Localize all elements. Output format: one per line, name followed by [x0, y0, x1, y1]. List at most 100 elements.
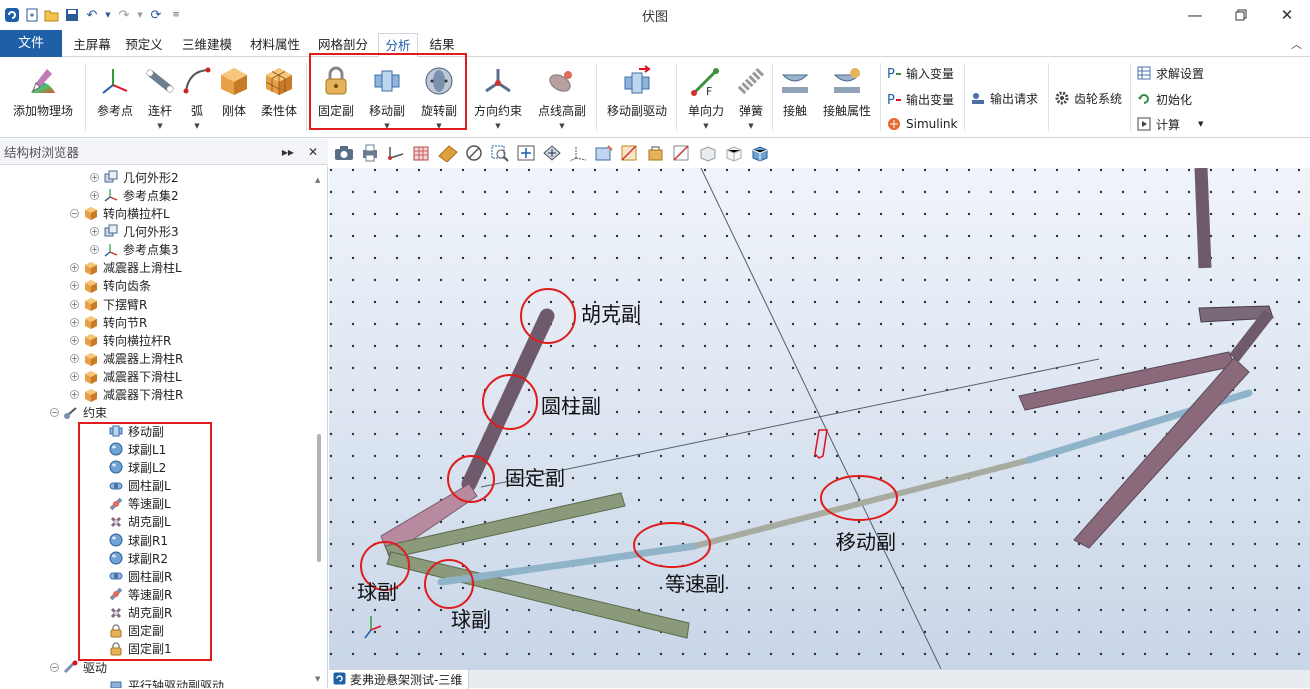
collapse-icon[interactable]: −	[50, 662, 59, 672]
close-panel-icon[interactable]: ✕	[308, 145, 318, 159]
single-force-button[interactable]: F 单向力 ▼	[682, 61, 730, 135]
tree-item[interactable]: + 参考点集3	[90, 241, 179, 259]
collapse-ribbon-icon[interactable]: ︿	[1291, 36, 1302, 52]
new-file-icon[interactable]	[24, 7, 40, 23]
tree-item[interactable]: 平行轴驱动副驱动	[108, 676, 224, 688]
tree-scrollbar[interactable]: ▲ ▼	[315, 176, 322, 683]
tree-item[interactable]: + 参考点集2	[90, 186, 179, 204]
contact-props-button[interactable]: 接触属性	[818, 61, 876, 135]
expand-icon[interactable]: +	[70, 335, 79, 345]
simulink-button[interactable]: Simulink	[886, 113, 957, 135]
collapse-icon[interactable]: −	[50, 408, 59, 418]
expand-icon[interactable]: +	[70, 263, 79, 273]
scroll-thumb[interactable]	[317, 434, 321, 562]
hide-icon[interactable]	[463, 142, 485, 164]
scroll-up-icon[interactable]: ▲	[315, 176, 320, 184]
orientation-dropdown-icon[interactable]: ▼	[470, 122, 526, 130]
view-orientation-icon[interactable]	[567, 142, 589, 164]
fit-view-icon[interactable]	[541, 142, 563, 164]
tree-item[interactable]: − 转向横拉杆L	[70, 204, 170, 222]
rigid-body-button[interactable]: 刚体	[216, 61, 252, 135]
single-force-dropdown-icon[interactable]: ▼	[682, 122, 730, 130]
tree-item[interactable]: + 转向横拉杆R	[70, 331, 171, 349]
expand-icon[interactable]: +	[70, 390, 79, 400]
arc-dropdown-icon[interactable]: ▼	[180, 122, 214, 130]
tree-item[interactable]: + 几何外形3	[90, 222, 179, 240]
output-request-button[interactable]: 输出请求	[970, 87, 1038, 109]
mesh-grid-icon[interactable]	[411, 142, 433, 164]
tab-3d-modeling[interactable]: 三维建模	[176, 33, 238, 57]
section-cut-icon[interactable]	[671, 142, 693, 164]
arc-button[interactable]: 弧 ▼	[180, 61, 214, 135]
zoom-window-icon[interactable]	[489, 142, 511, 164]
tab-home[interactable]: 主屏幕	[64, 33, 120, 57]
link-button[interactable]: 连杆 ▼	[142, 61, 178, 135]
restore-icon[interactable]	[1218, 0, 1264, 30]
wire-box-icon[interactable]	[723, 142, 745, 164]
curve-cam-dropdown-icon[interactable]: ▼	[532, 122, 592, 130]
customize-qat-icon[interactable]: ≡	[168, 7, 184, 23]
expand-icon[interactable]: +	[90, 172, 99, 182]
collapse-icon[interactable]: −	[70, 208, 79, 218]
initialize-button[interactable]: 初始化	[1136, 88, 1192, 110]
3d-viewport[interactable]: 胡克副 圆柱副 固定副 球副 球副 等速副 移动副	[329, 168, 1310, 669]
close-icon[interactable]: ✕	[1264, 0, 1310, 30]
input-var-button[interactable]: P 输入变量	[886, 62, 954, 84]
pan-icon[interactable]	[515, 142, 537, 164]
contact-button[interactable]: 接触	[776, 61, 814, 135]
tab-predefine[interactable]: 预定义	[120, 33, 168, 57]
redo-icon[interactable]: ↷	[116, 7, 132, 23]
tree-item[interactable]: + 转向齿条	[70, 277, 151, 295]
tree-item[interactable]: + 减震器下滑柱L	[70, 368, 182, 386]
spring-button[interactable]: 弹簧 ▼	[732, 61, 770, 135]
iso-view-icon[interactable]	[749, 142, 771, 164]
save-icon[interactable]	[64, 7, 80, 23]
gear-system-button[interactable]: 齿轮系统	[1054, 87, 1122, 109]
expand-icon[interactable]: +	[90, 245, 99, 255]
pin-panel-icon[interactable]: ▸▸	[282, 145, 294, 159]
display-mode-icon[interactable]	[593, 142, 615, 164]
tree-item[interactable]: + 下摆臂R	[70, 295, 147, 313]
expand-icon[interactable]: +	[70, 299, 79, 309]
redo-dropdown-icon[interactable]: ▼	[136, 7, 144, 23]
expand-icon[interactable]: +	[70, 354, 79, 363]
add-physics-button[interactable]: 添加物理场	[4, 61, 82, 135]
tree-item[interactable]: + 减震器上滑柱L	[70, 259, 182, 277]
expand-icon[interactable]: +	[90, 226, 99, 236]
refresh-icon[interactable]: ⟳	[148, 7, 164, 23]
undo-dropdown-icon[interactable]: ▼	[104, 7, 112, 23]
ruler-icon[interactable]	[437, 142, 459, 164]
shaded-box-icon[interactable]	[697, 142, 719, 164]
tree-item[interactable]: + 转向节R	[70, 313, 147, 331]
expand-icon[interactable]: +	[70, 281, 79, 291]
flexible-body-button[interactable]: 柔性体	[256, 61, 302, 135]
expand-icon[interactable]: +	[90, 190, 99, 200]
open-folder-icon[interactable]	[44, 7, 60, 23]
compute-button[interactable]: 计算 ▼	[1136, 113, 1203, 135]
curve-cam-button[interactable]: 点线高副 ▼	[532, 61, 592, 135]
output-var-button[interactable]: P 输出变量	[886, 88, 954, 110]
tree-item[interactable]: + 减震器下滑柱R	[70, 386, 183, 404]
expand-icon[interactable]: +	[70, 317, 79, 327]
expand-icon[interactable]: +	[70, 372, 79, 382]
spring-dropdown-icon[interactable]: ▼	[732, 122, 770, 130]
minimize-icon[interactable]: —	[1172, 0, 1218, 30]
solve-settings-button[interactable]: 求解设置	[1136, 62, 1204, 84]
compute-dropdown-icon[interactable]: ▼	[1198, 120, 1203, 128]
viewport-tab[interactable]: 麦弗逊悬架测试-三维	[329, 670, 470, 689]
scroll-down-icon[interactable]: ▼	[315, 675, 320, 683]
axis-triad-icon[interactable]	[385, 142, 407, 164]
orientation-constraint-button[interactable]: 方向约束 ▼	[470, 61, 526, 135]
print-icon[interactable]	[359, 142, 381, 164]
section-plane-icon[interactable]	[619, 142, 641, 164]
tree-item[interactable]: − 约束	[50, 404, 107, 422]
prismatic-drive-button[interactable]: 移动副驱动	[602, 61, 672, 135]
undo-icon[interactable]: ↶	[84, 7, 100, 23]
tab-file[interactable]: 文件	[0, 30, 62, 57]
ref-point-button[interactable]: 参考点	[90, 61, 140, 135]
tree-item[interactable]: + 几何外形2	[90, 168, 179, 186]
camera-icon[interactable]	[333, 142, 355, 164]
material-display-icon[interactable]	[645, 142, 667, 164]
tab-material[interactable]: 材料属性	[244, 33, 306, 57]
tree-item[interactable]: + 减震器上滑柱R	[70, 350, 183, 368]
